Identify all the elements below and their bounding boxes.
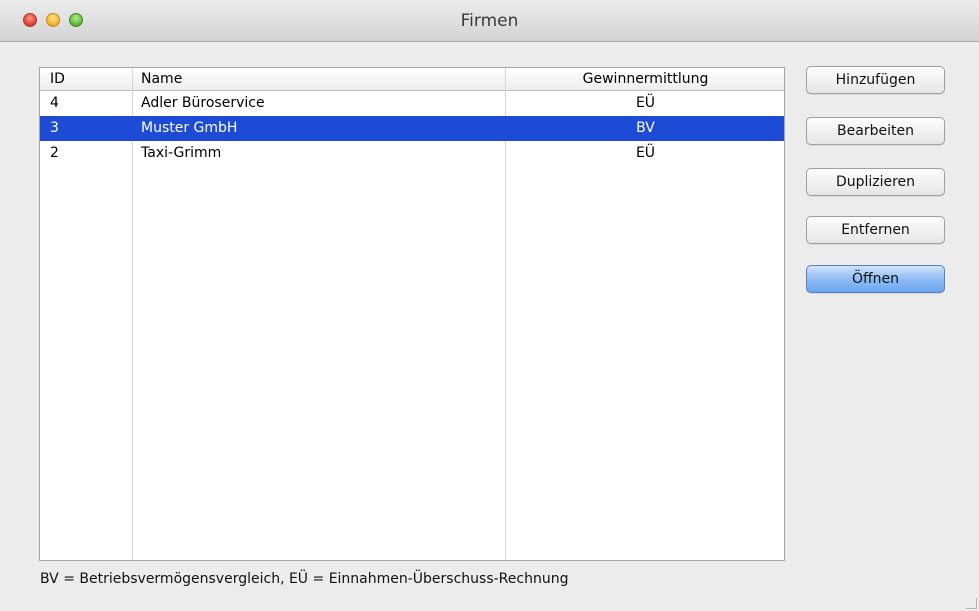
cell-name: Taxi-Grimm xyxy=(141,145,222,161)
window-title: Firmen xyxy=(460,11,519,31)
remove-button[interactable]: Entfernen xyxy=(806,216,945,244)
table-row-selected[interactable]: 3 Muster GmbH BV xyxy=(40,116,784,141)
column-header-id[interactable]: ID xyxy=(50,71,65,87)
open-button[interactable]: Öffnen xyxy=(806,265,945,293)
cell-name: Adler Büroservice xyxy=(141,95,265,111)
companies-table[interactable]: ID Name Gewinnermittlung 4 Adler Büroser… xyxy=(39,67,785,561)
cell-gewinnermittlung: BV xyxy=(636,120,655,136)
cell-id: 2 xyxy=(50,145,59,161)
resize-handle[interactable] xyxy=(966,598,977,609)
column-header-gewinnermittlung[interactable]: Gewinnermittlung xyxy=(506,71,784,87)
cell-gewinnermittlung: EÜ xyxy=(635,145,656,161)
cell-id: 4 xyxy=(50,95,59,111)
table-body: 4 Adler Büroservice EÜ 3 Muster GmbH BV … xyxy=(40,91,784,166)
table-row[interactable]: 4 Adler Büroservice EÜ xyxy=(40,91,784,116)
title-bar[interactable]: Firmen xyxy=(0,0,979,42)
firmen-window: Firmen ID Name Gewinnermittlung 4 Adler … xyxy=(0,0,979,611)
cell-name: Muster GmbH xyxy=(141,120,238,136)
table-header: ID Name Gewinnermittlung xyxy=(40,68,784,91)
add-button[interactable]: Hinzufügen xyxy=(806,66,945,94)
cell-id: 3 xyxy=(50,120,59,136)
table-row[interactable]: 2 Taxi-Grimm EÜ xyxy=(40,141,784,166)
column-header-name[interactable]: Name xyxy=(141,71,182,87)
legend-text: BV = Betriebsvermögensvergleich, EÜ = Ei… xyxy=(40,571,569,587)
duplicate-button[interactable]: Duplizieren xyxy=(806,168,945,196)
edit-button[interactable]: Bearbeiten xyxy=(806,117,945,145)
cell-gewinnermittlung: EÜ xyxy=(635,95,656,111)
